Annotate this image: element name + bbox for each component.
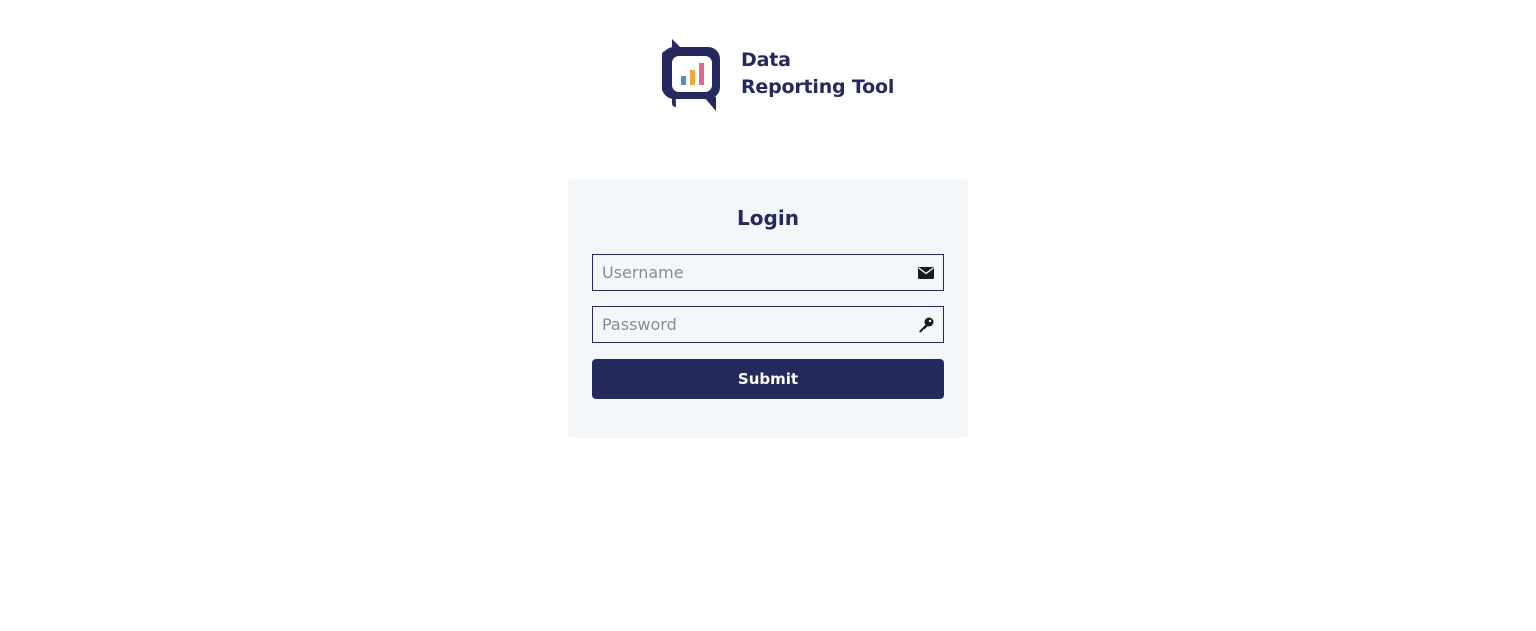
login-page: Data Reporting Tool Login Username Submi… <box>0 0 1536 631</box>
username-input[interactable] <box>593 255 917 290</box>
brand-name: Data Reporting Tool <box>741 47 894 101</box>
submit-button[interactable]: Submit <box>592 359 944 399</box>
login-title: Login <box>737 206 799 230</box>
envelope-icon <box>917 264 935 282</box>
brand-name-line1: Data <box>741 49 791 71</box>
brand-logo: Data Reporting Tool <box>658 36 894 112</box>
chat-bar-chart-icon <box>662 39 720 111</box>
password-field[interactable] <box>592 306 944 343</box>
brand-name-line2: Reporting Tool <box>741 76 895 98</box>
username-field[interactable] <box>592 254 944 291</box>
login-card: Login Submit <box>568 179 968 438</box>
key-icon <box>917 316 935 334</box>
password-input[interactable] <box>593 307 917 342</box>
